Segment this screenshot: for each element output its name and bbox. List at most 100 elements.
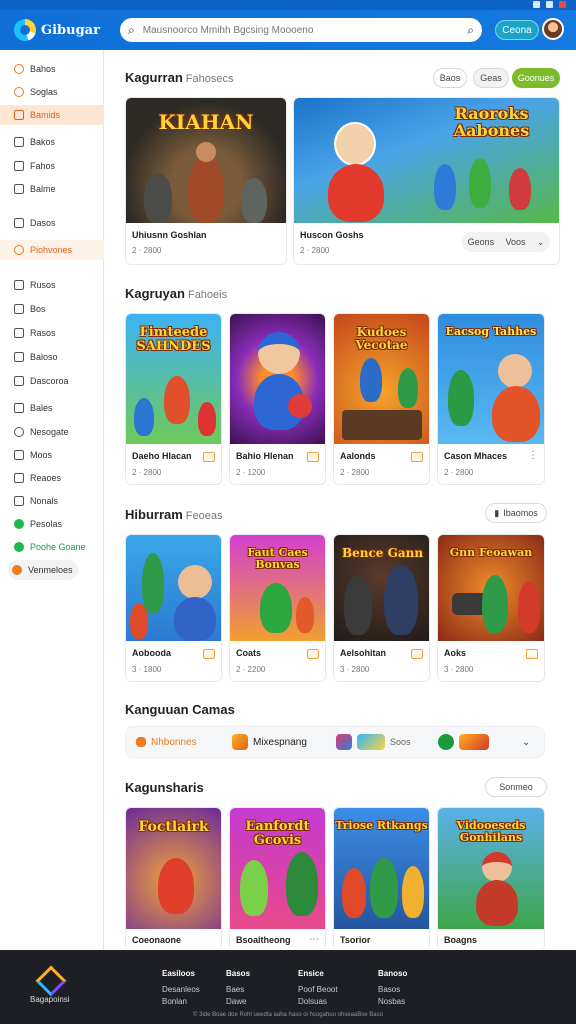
- game-icon: [14, 161, 24, 171]
- game-card[interactable]: Faut Caes Bonvas Coats 2 · 2200: [229, 534, 326, 682]
- fire-icon: [14, 110, 24, 120]
- game-thumbnail: Vidooeseds Gonhilans: [438, 808, 544, 929]
- game-card[interactable]: Fimteede SAHNDES Daeho Hlacan 2 · 2800: [125, 313, 222, 485]
- footer-column: Basos Baes Dawe: [226, 969, 251, 1008]
- badge-icon: [411, 649, 423, 659]
- avatar[interactable]: [542, 18, 564, 40]
- search-input[interactable]: [142, 24, 468, 36]
- sidebar-item[interactable]: Balme: [0, 179, 104, 199]
- badge-icon: [526, 649, 538, 659]
- section-title: Kagurran Fahosecs: [125, 70, 234, 85]
- sidebar-item[interactable]: Nesogate: [0, 422, 104, 442]
- more-icon[interactable]: ⋮: [528, 450, 538, 461]
- game-icon: [14, 137, 24, 147]
- section-title: Kanguuan Camas: [125, 702, 235, 717]
- footer-link[interactable]: Nosbas: [378, 996, 407, 1008]
- footer-link[interactable]: Dolsuas: [298, 996, 338, 1008]
- sidebar-item[interactable]: Pesolas: [0, 514, 104, 534]
- game-icon: [14, 218, 24, 228]
- chevron-down-icon[interactable]: ⌄: [522, 737, 530, 748]
- category-icon: [357, 734, 385, 750]
- section-title: Kagunsharis: [125, 780, 204, 795]
- game-icon: [14, 450, 24, 460]
- sidebar-item[interactable]: Poohe Goane: [0, 537, 104, 557]
- game-card[interactable]: Eanfordt Gcovis Bsoaitheong ⋯: [229, 807, 326, 950]
- filter-chip[interactable]: Sonmeo: [485, 777, 547, 797]
- filter-chip[interactable]: Baos: [433, 68, 467, 88]
- footer-brand: Bagapoinsi: [30, 995, 70, 1004]
- category-item[interactable]: Nhbonnes: [136, 737, 232, 748]
- featured-card[interactable]: KIAHAN Uhiusnn Goshlan 2 · 2800: [125, 97, 287, 265]
- sidebar-item[interactable]: Bahos: [0, 59, 104, 79]
- category-item[interactable]: Soos: [336, 734, 438, 750]
- footer-link[interactable]: Basos: [378, 984, 407, 996]
- game-thumbnail: Faut Caes Bonvas: [230, 535, 325, 641]
- header: Gibugar ⌕ ⌕ Ceona: [0, 10, 576, 50]
- green-dot-icon: [14, 519, 24, 529]
- footer-column: Easiloos Desanleos Bonlan: [162, 969, 200, 1008]
- orange-dot-icon: [12, 565, 22, 575]
- game-card[interactable]: Bence Gann Aelsohitan 3 · 2800: [333, 534, 430, 682]
- sidebar-item[interactable]: Bakos: [0, 132, 104, 152]
- footer-column: Ensice Poof Beoot Dolsuas: [298, 969, 338, 1008]
- category-item[interactable]: [438, 734, 522, 750]
- game-icon: [14, 496, 24, 506]
- game-card[interactable]: Gnn Feoawan Aoks 3 · 2800: [437, 534, 545, 682]
- more-icon[interactable]: ⋯: [309, 934, 319, 945]
- sidebar-item[interactable]: Baloso: [0, 347, 104, 367]
- sidebar-item-active[interactable]: Bamids: [0, 105, 104, 125]
- footer-link[interactable]: Poof Beoot: [298, 984, 338, 996]
- close-icon[interactable]: [559, 1, 566, 8]
- sidebar-item[interactable]: Dasos: [0, 213, 104, 233]
- filter-chip-active[interactable]: Goonues: [512, 68, 560, 88]
- game-card[interactable]: Vidooeseds Gonhilans Boagns: [437, 807, 545, 950]
- sidebar-item[interactable]: Soglas: [0, 82, 104, 102]
- badge-icon: [203, 452, 215, 462]
- category-icon: [459, 734, 489, 750]
- sidebar-item[interactable]: Bos: [0, 299, 104, 319]
- search-icon[interactable]: ⌕: [467, 23, 474, 38]
- section-title: Hiburram Feoeas: [125, 507, 223, 522]
- sidebar-item[interactable]: Dascoroa: [0, 371, 104, 391]
- badge-icon: [203, 649, 215, 659]
- sidebar-item[interactable]: Piohvones: [0, 240, 104, 260]
- sort-dropdown[interactable]: Geons Voos ⌄: [462, 232, 550, 252]
- filter-chip[interactable]: Geas: [473, 68, 509, 88]
- game-card[interactable]: Foctlairk Coeonaone: [125, 807, 222, 950]
- search-bar[interactable]: ⌕ ⌕: [120, 18, 482, 42]
- home-icon: [14, 64, 24, 74]
- game-card[interactable]: Kudoes Vecotae Aalonds 2 · 2800: [333, 313, 430, 485]
- sidebar-item[interactable]: Bales: [0, 398, 104, 418]
- filter-chip[interactable]: ▮ Ibaomos: [485, 503, 547, 523]
- game-icon: [14, 328, 24, 338]
- game-card[interactable]: Eacsog Tahhes Cason Mhaces ⋮ 2 · 2800: [437, 313, 545, 485]
- game-thumbnail: Eanfordt Gcovis: [230, 808, 325, 929]
- header-action-button[interactable]: Ceona: [495, 20, 539, 40]
- brand-name: Gibugar: [41, 22, 100, 38]
- game-icon: [14, 376, 24, 386]
- sidebar-item[interactable]: Rusos: [0, 275, 104, 295]
- game-icon: [14, 473, 24, 483]
- window-icon[interactable]: [546, 1, 553, 8]
- sidebar-item[interactable]: Fahos: [0, 156, 104, 176]
- category-icon: [136, 737, 146, 747]
- footer-link[interactable]: Baes: [226, 984, 250, 996]
- footer-link[interactable]: Dawe: [226, 996, 250, 1008]
- footer-link[interactable]: Bonlan: [162, 996, 200, 1008]
- game-card[interactable]: Aobooda 3 · 1800: [125, 534, 222, 682]
- game-card[interactable]: Bahio Hlenan 2 · 1200: [229, 313, 326, 485]
- sidebar-item[interactable]: Moos: [0, 445, 104, 465]
- sidebar-item[interactable]: Nonals: [0, 491, 104, 511]
- sidebar-item[interactable]: Rasos: [0, 323, 104, 343]
- sidebar-item[interactable]: Reaoes: [0, 468, 104, 488]
- game-card[interactable]: Triose Rtkangs Tsorior: [333, 807, 430, 950]
- category-item[interactable]: Mixespnang: [232, 734, 336, 750]
- footer-link[interactable]: Desanleos: [162, 984, 200, 996]
- game-icon: [14, 304, 24, 314]
- game-thumbnail: KIAHAN: [126, 98, 286, 223]
- sidebar: Bahos Soglas Bamids Bakos Fahos Balme Da…: [0, 50, 104, 950]
- window-icon[interactable]: [533, 1, 540, 8]
- brand-logo[interactable]: Gibugar: [14, 19, 114, 41]
- main-content: Kagurran Fahosecs Baos Geas Goonues KIAHA…: [104, 50, 576, 950]
- sidebar-item-pill[interactable]: Venmeloes: [8, 560, 78, 580]
